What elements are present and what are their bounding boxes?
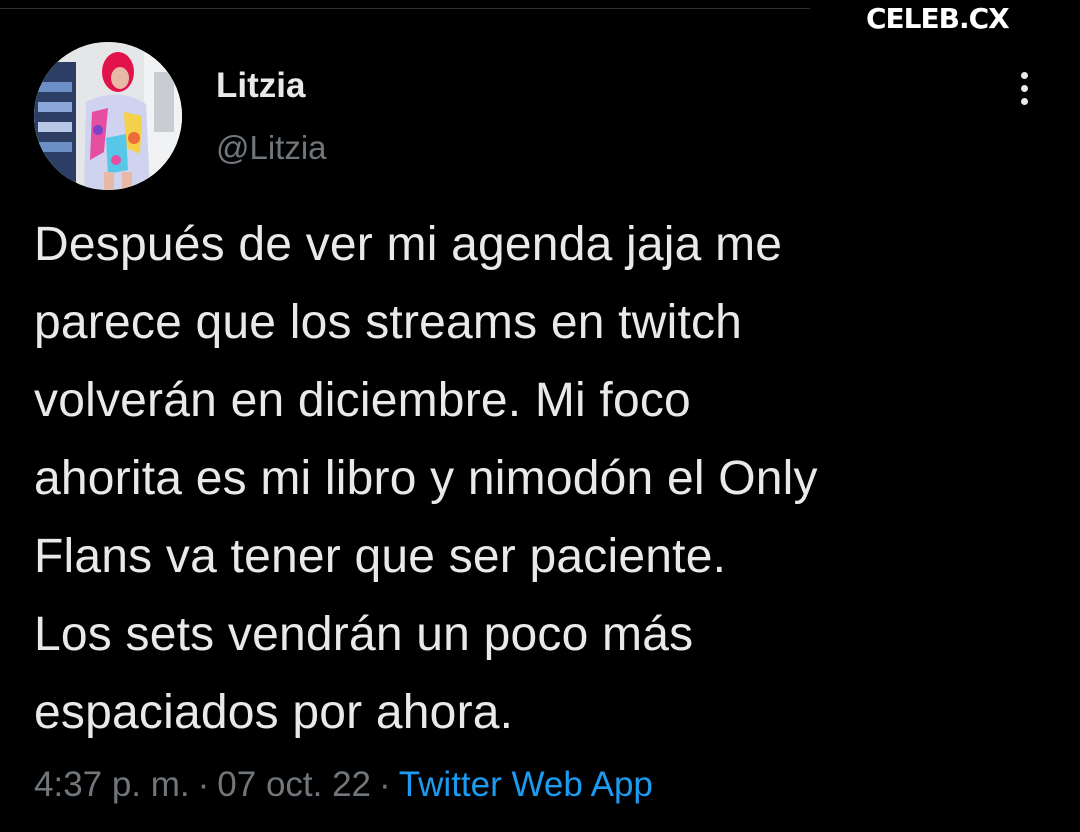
top-divider xyxy=(0,8,810,9)
more-vertical-icon xyxy=(1020,84,1028,92)
tweet-source-link[interactable]: Twitter Web App xyxy=(399,765,653,804)
avatar[interactable] xyxy=(34,42,182,190)
tweet-meta: 4:37 p. m. · 07 oct. 22 · Twitter Web App xyxy=(34,762,653,808)
more-vertical-icon xyxy=(1020,97,1028,105)
author-display-name[interactable]: Litzia xyxy=(216,66,305,106)
tweet-text: Después de ver mi agenda jaja me parece … xyxy=(34,218,818,739)
more-options-button[interactable] xyxy=(1006,66,1042,110)
author-handle[interactable]: @Litzia xyxy=(216,128,327,168)
meta-separator: · xyxy=(197,765,210,804)
meta-separator: · xyxy=(379,765,391,804)
tweet-time[interactable]: 4:37 p. m. xyxy=(34,765,190,804)
more-vertical-icon xyxy=(1020,71,1028,79)
watermark: CELEB.CX xyxy=(866,2,1010,35)
avatar-image xyxy=(34,42,182,190)
tweet-date[interactable]: 07 oct. 22 xyxy=(217,765,371,804)
